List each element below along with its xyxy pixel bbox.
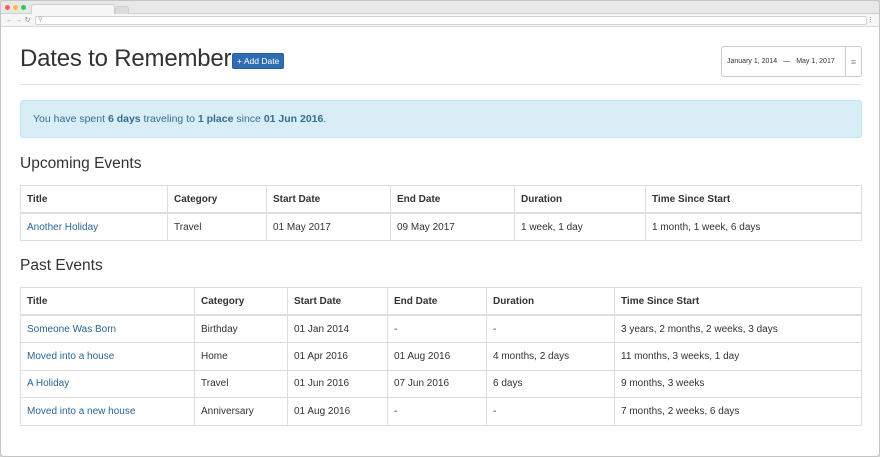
back-arrow-icon[interactable]: ← [5, 14, 14, 27]
browser-toolbar: ← → ↻ ⚲ ⋮ [1, 14, 879, 27]
alert-date: 01 Jun 2016 [263, 113, 324, 125]
table-row: Another Holiday Travel 01 May 2017 09 May 2… [20, 212, 862, 241]
column-header: Category [167, 185, 267, 214]
table-cell: Home [194, 342, 288, 371]
table-header-row: Title Category Start Date End Date Duration T… [20, 185, 862, 214]
table-cell: Another Holiday [20, 212, 168, 241]
column-header: Duration [486, 287, 615, 316]
table-cell: 01 Jan 2014 [287, 314, 388, 343]
table-row: Moved into a house Home 01 Apr 2016 01 Aug … [20, 342, 862, 371]
upcoming-events-heading: Upcoming Events [20, 155, 142, 172]
table-cell: 9 months, 3 weeks [614, 369, 862, 398]
table-cell: Moved into a new house [20, 397, 195, 426]
table-cell: 09 May 2017 [390, 212, 515, 241]
column-header: Time Since Start [614, 287, 862, 316]
browser-tab-active[interactable] [31, 4, 115, 14]
event-title-link[interactable]: Someone Was Born [27, 324, 116, 335]
table-cell: 11 months, 3 weeks, 1 day [614, 342, 862, 371]
event-title-link[interactable]: Another Holiday [27, 222, 98, 233]
alert-text-suffix: . [323, 113, 327, 125]
column-header: Category [194, 287, 288, 316]
table-header-row: Title Category Start Date End Date Duration T… [20, 287, 862, 316]
maximize-window-button[interactable] [21, 5, 26, 10]
forward-arrow-icon[interactable]: → [14, 14, 23, 27]
date-range-toggle[interactable]: ≡ [845, 47, 861, 76]
page-header: Dates to Remember + Add Date January 1, … [20, 28, 862, 85]
table-cell: 6 days [486, 369, 615, 398]
table-row: Someone Was Born Birthday 01 Jan 2014- -3 y… [20, 314, 862, 343]
column-header: End Date [387, 287, 487, 316]
browser-window: ← → ↻ ⚲ ⋮ Dates to Remember + Add Date J… [0, 0, 880, 457]
table-cell: 1 month, 1 week, 6 days [645, 212, 862, 241]
search-icon: ⚲ [38, 17, 43, 23]
add-date-button[interactable]: + Add Date [232, 53, 285, 69]
date-range-picker[interactable]: January 1, 2014 — May 1, 2017 ≡ [721, 46, 862, 77]
table-cell: Moved into a house [20, 342, 195, 371]
table-cell: - [486, 314, 615, 343]
close-window-button[interactable] [5, 5, 10, 10]
page-title: Dates to Remember [20, 45, 232, 72]
date-range-text: January 1, 2014 — May 1, 2017 [722, 58, 845, 65]
event-title-link[interactable]: Moved into a house [27, 351, 114, 362]
table-cell: 01 Jun 2016 [287, 369, 388, 398]
table-cell: 07 Jun 2016 [387, 369, 487, 398]
window-controls [5, 5, 26, 10]
browser-titlebar [1, 1, 879, 14]
filter-lines-icon: ≡ [850, 56, 857, 67]
minimize-window-button[interactable] [13, 5, 18, 10]
table-cell: Anniversary [194, 397, 288, 426]
table-cell: Someone Was Born [20, 314, 195, 343]
table-cell: - [387, 397, 487, 426]
column-header: Title [20, 185, 168, 214]
alert-text-since: since [233, 113, 264, 125]
table-cell: Travel [194, 369, 288, 398]
travel-summary-alert: You have spent 6 days traveling to 1 pla… [20, 100, 862, 138]
column-header: Title [20, 287, 195, 316]
table-row: A Holiday Travel 01 Jun 2016 07 Jun 2016 6 d… [20, 369, 862, 398]
column-header: End Date [390, 185, 515, 214]
column-header: Start Date [266, 185, 391, 214]
past-events-table: Title Category Start Date End Date Duration T… [20, 287, 862, 426]
event-title-link[interactable]: A Holiday [27, 378, 69, 389]
table-cell: Travel [167, 212, 267, 241]
table-cell: 01 Aug 2016 [287, 397, 388, 426]
date-range-separator: — [783, 58, 791, 65]
alert-places: 1 place [197, 113, 234, 125]
table-cell: - [486, 397, 615, 426]
column-header: Time Since Start [645, 185, 862, 214]
alert-text-prefix: You have spent [33, 113, 108, 125]
date-range-start: January 1, 2014 [727, 58, 778, 65]
alert-text-middle: traveling to [140, 113, 198, 125]
page-content: Dates to Remember + Add Date January 1, … [1, 28, 879, 456]
column-header: Start Date [287, 287, 388, 316]
new-tab-button[interactable] [115, 6, 129, 14]
table-cell: - [387, 314, 487, 343]
upcoming-events-table: Title Category Start Date End Date Duration T… [20, 185, 862, 241]
table-cell: 4 months, 2 days [486, 342, 615, 371]
table-cell: 1 week, 1 day [514, 212, 646, 241]
table-cell: 01 May 2017 [266, 212, 391, 241]
table-cell: 7 months, 2 weeks, 6 days [614, 397, 862, 426]
table-cell: Birthday [194, 314, 288, 343]
table-row: Moved into a new house Anniversary 01 Aug … [20, 397, 862, 426]
event-title-link[interactable]: Moved into a new house [27, 406, 135, 417]
address-bar[interactable]: ⚲ [35, 16, 867, 25]
table-cell: 01 Aug 2016 [387, 342, 487, 371]
past-events-heading: Past Events [20, 257, 103, 274]
alert-days: 6 days [107, 113, 141, 125]
date-range-end: May 1, 2017 [796, 58, 835, 65]
table-cell: 01 Apr 2016 [287, 342, 388, 371]
table-cell: A Holiday [20, 369, 195, 398]
browser-menu-icon[interactable]: ⋮ [867, 14, 874, 27]
reload-icon[interactable]: ↻ [23, 14, 32, 27]
column-header: Duration [514, 185, 646, 214]
table-cell: 3 years, 2 months, 2 weeks, 3 days [614, 314, 862, 343]
